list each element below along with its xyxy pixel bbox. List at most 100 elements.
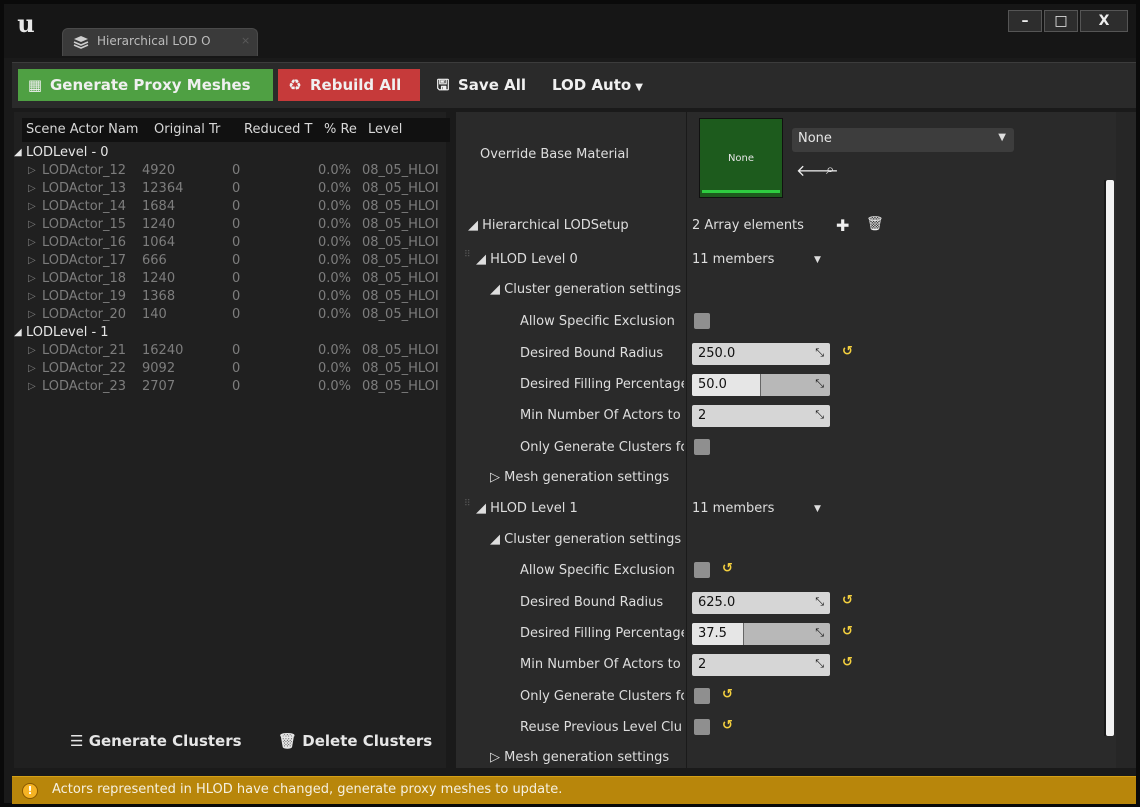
table-row[interactable]: ▷ LODActor_20 140 0 0.0% 08_05_HLOI	[22, 306, 450, 324]
min-actors-1-input[interactable]: 2 ⤡	[692, 654, 830, 676]
drag-handle-icon[interactable]: ⠿	[464, 251, 471, 267]
tree-group-label: LODLevel - 0	[26, 145, 109, 160]
save-all-button[interactable]: 🖫 Save All	[426, 69, 538, 101]
only-generate-1-checkbox[interactable]	[694, 688, 710, 704]
material-thumbnail[interactable]: None	[699, 118, 783, 198]
reuse-previous-1-checkbox[interactable]	[694, 719, 710, 735]
actor-name: LODActor_18	[42, 271, 127, 286]
reset-default-icon[interactable]: ↺	[722, 687, 733, 702]
chevron-down-icon[interactable]: ▼	[814, 504, 821, 514]
collapsed-arrow-icon[interactable]: ▷	[28, 219, 36, 230]
filling-0-row: Desired Filling Percentage 50.0 ⤡	[456, 372, 1096, 398]
table-row[interactable]: ▷ LODActor_13 12364 0 0.0% 08_05_HLOI	[22, 180, 450, 198]
generate-proxy-label: Generate Proxy Meshes	[50, 76, 251, 94]
delete-clusters-button[interactable]: 🗑 Delete Clusters	[278, 732, 432, 750]
actor-reduced: 0	[232, 217, 241, 232]
collapsed-arrow-icon[interactable]: ▷	[28, 255, 36, 266]
expanded-arrow-icon[interactable]: ◢	[14, 327, 22, 338]
table-row[interactable]: ▷ LODActor_16 1064 0 0.0% 08_05_HLOI	[22, 234, 450, 252]
trash-icon: 🗑	[278, 732, 298, 750]
generate-clusters-button[interactable]: ☰ Generate Clusters	[70, 732, 242, 750]
collapsed-arrow-icon[interactable]: ▷	[28, 309, 36, 320]
collapsed-arrow-icon[interactable]: ▷	[28, 183, 36, 194]
search-icon[interactable]: ⌕	[826, 160, 834, 178]
rebuild-all-button[interactable]: ♻ Rebuild All	[278, 69, 420, 101]
bound-radius-1-input[interactable]: 625.0 ⤡	[692, 592, 830, 614]
table-row[interactable]: ▷ LODActor_17 666 0 0.0% 08_05_HLOI	[22, 252, 450, 270]
save-icon: 🖫	[436, 76, 450, 94]
cluster-settings-1-label[interactable]: ◢ Cluster generation settings	[490, 532, 684, 547]
generate-proxy-meshes-button[interactable]: ▦ Generate Proxy Meshes	[18, 69, 273, 101]
collapsed-arrow-icon[interactable]: ▷	[28, 273, 36, 284]
collapsed-arrow-icon[interactable]: ▷	[28, 201, 36, 212]
delete-clusters-label: Delete Clusters	[302, 732, 433, 750]
column-header[interactable]: Original Tr	[154, 122, 238, 137]
table-row[interactable]: ▷ LODActor_12 4920 0 0.0% 08_05_HLOI	[22, 162, 450, 180]
hlod-level-0-label[interactable]: ◢ HLOD Level 0	[476, 252, 578, 267]
column-header[interactable]: Level	[368, 122, 428, 137]
only-generate-0-row: Only Generate Clusters fo	[456, 435, 1096, 461]
scrollbar-thumb[interactable]	[1106, 180, 1114, 736]
expanded-arrow-icon[interactable]: ◢	[14, 147, 22, 158]
column-header[interactable]: Reduced T	[244, 122, 320, 137]
cluster-settings-0-label[interactable]: ◢ Cluster generation settings	[490, 282, 684, 297]
lod-auto-dropdown[interactable]: LOD Auto ▼	[544, 69, 654, 101]
reset-default-icon[interactable]: ↺	[842, 593, 853, 608]
mesh-settings-0-label[interactable]: ▷ Mesh generation settings	[490, 470, 669, 485]
actor-level: 08_05_HLOI	[362, 289, 439, 304]
hlod-setup-label[interactable]: ◢ Hierarchical LODSetup	[468, 218, 629, 233]
collapsed-arrow-icon[interactable]: ▷	[28, 237, 36, 248]
expanded-arrow-icon: ◢	[476, 501, 491, 516]
reset-default-icon[interactable]: ↺	[842, 344, 853, 359]
hlod-level-1-label[interactable]: ◢ HLOD Level 1	[476, 501, 578, 516]
table-row[interactable]: ▷ LODActor_23 2707 0 0.0% 08_05_HLOI	[22, 378, 450, 396]
add-element-icon[interactable]: ✚	[836, 216, 849, 235]
filling-1-slider[interactable]: 37.5 ⤡	[692, 623, 830, 645]
table-row[interactable]: ▷ LODActor_22 9092 0 0.0% 08_05_HLOI	[22, 360, 450, 378]
chevron-down-icon[interactable]: ▼	[814, 255, 821, 265]
actor-pct: 0.0%	[318, 343, 352, 358]
tree-group-row[interactable]: ◢ LODLevel - 0	[14, 144, 450, 162]
filling-0-value: 50.0	[698, 377, 727, 392]
min-actors-0-input[interactable]: 2 ⤡	[692, 405, 830, 427]
collapsed-arrow-icon[interactable]: ▷	[28, 291, 36, 302]
collapsed-arrow-icon[interactable]: ▷	[28, 165, 36, 176]
close-button[interactable]: X	[1080, 10, 1128, 32]
override-material-label: Override Base Material	[480, 147, 629, 162]
table-row[interactable]: ▷ LODActor_21 16240 0 0.0% 08_05_HLOI	[22, 342, 450, 360]
actor-orig: 140	[142, 307, 167, 322]
table-row[interactable]: ▷ LODActor_18 1240 0 0.0% 08_05_HLOI	[22, 270, 450, 288]
allow-exclusion-1-checkbox[interactable]	[694, 562, 710, 578]
reset-default-icon[interactable]: ↺	[722, 561, 733, 576]
allow-exclusion-0-checkbox[interactable]	[694, 313, 710, 329]
bound-radius-0-input[interactable]: 250.0 ⤡	[692, 343, 830, 365]
reset-default-icon[interactable]: ↺	[842, 624, 853, 639]
only-generate-0-checkbox[interactable]	[694, 439, 710, 455]
actor-pct: 0.0%	[318, 253, 352, 268]
filling-0-slider[interactable]: 50.0 ⤡	[692, 374, 830, 396]
filling-0-label: Desired Filling Percentage	[520, 377, 684, 392]
tab-close-icon[interactable]: ×	[241, 34, 250, 47]
actor-pct: 0.0%	[318, 181, 352, 196]
reset-default-icon[interactable]: ↺	[722, 718, 733, 733]
filling-1-row: Desired Filling Percentage 37.5 ⤡ ↺	[456, 621, 1096, 647]
collapsed-arrow-icon[interactable]: ▷	[28, 381, 36, 392]
reset-default-icon[interactable]: ↺	[842, 655, 853, 670]
mesh-settings-1-label[interactable]: ▷ Mesh generation settings	[490, 750, 669, 765]
drag-handle-icon[interactable]: ⠿	[464, 500, 471, 516]
allow-exclusion-1-label: Allow Specific Exclusion	[520, 563, 675, 578]
table-row[interactable]: ▷ LODActor_19 1368 0 0.0% 08_05_HLOI	[22, 288, 450, 306]
table-row[interactable]: ▷ LODActor_15 1240 0 0.0% 08_05_HLOI	[22, 216, 450, 234]
table-row[interactable]: ▷ LODActor_14 1684 0 0.0% 08_05_HLOI	[22, 198, 450, 216]
collapsed-arrow-icon[interactable]: ▷	[28, 345, 36, 356]
column-header[interactable]: Scene Actor Nam	[26, 122, 150, 137]
tab-hierarchical-lod[interactable]: Hierarchical LOD O ×	[62, 28, 258, 56]
collapsed-arrow-icon[interactable]: ▷	[28, 363, 36, 374]
cluster-settings-1-row: ◢ Cluster generation settings	[456, 527, 1096, 553]
trash-icon[interactable]: 🗑	[866, 216, 884, 232]
column-header[interactable]: % Re	[324, 122, 364, 137]
maximize-button[interactable]: □	[1044, 10, 1078, 32]
material-dropdown[interactable]: None ▼	[792, 128, 1014, 152]
tree-group-row[interactable]: ◢ LODLevel - 1	[14, 324, 450, 342]
minimize-button[interactable]: –	[1008, 10, 1042, 32]
